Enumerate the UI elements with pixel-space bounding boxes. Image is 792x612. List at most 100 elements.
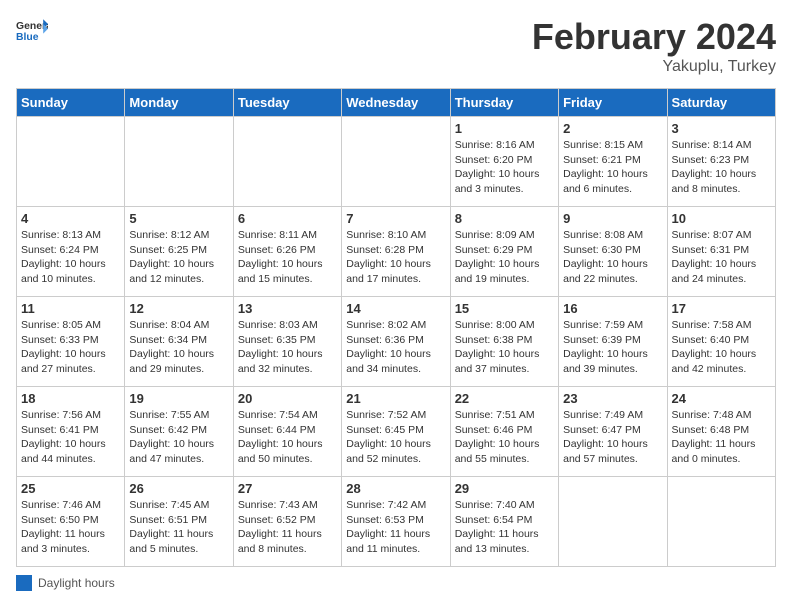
day-info: Sunrise: 8:00 AM Sunset: 6:38 PM Dayligh… bbox=[455, 318, 554, 377]
legend-color-box bbox=[16, 575, 32, 591]
calendar-day-cell bbox=[125, 117, 233, 207]
day-number: 7 bbox=[346, 211, 445, 226]
day-number: 23 bbox=[563, 391, 662, 406]
day-number: 29 bbox=[455, 481, 554, 496]
day-number: 13 bbox=[238, 301, 337, 316]
day-info: Sunrise: 7:51 AM Sunset: 6:46 PM Dayligh… bbox=[455, 408, 554, 467]
calendar-location: Yakuplu, Turkey bbox=[532, 58, 776, 76]
day-number: 21 bbox=[346, 391, 445, 406]
day-info: Sunrise: 7:54 AM Sunset: 6:44 PM Dayligh… bbox=[238, 408, 337, 467]
calendar-week-row: 18Sunrise: 7:56 AM Sunset: 6:41 PM Dayli… bbox=[17, 387, 776, 477]
day-number: 3 bbox=[672, 121, 771, 136]
calendar-day-cell: 24 Sunrise: 7:48 AM Sunset: 6:48 PM Dayli… bbox=[667, 387, 775, 477]
calendar-day-cell: 28 Sunrise: 7:42 AM Sunset: 6:53 PM Dayli… bbox=[342, 477, 450, 567]
calendar-day-cell: 23 Sunrise: 7:49 AM Sunset: 6:47 PM Dayli… bbox=[559, 387, 667, 477]
calendar-day-cell: 1 Sunrise: 8:16 AM Sunset: 6:20 PM Daylig… bbox=[450, 117, 558, 207]
day-number: 11 bbox=[21, 301, 120, 316]
calendar-header-cell: Wednesday bbox=[342, 89, 450, 117]
calendar-day-cell: 2 Sunrise: 8:15 AM Sunset: 6:21 PM Daylig… bbox=[559, 117, 667, 207]
calendar-day-cell: 13 Sunrise: 8:03 AM Sunset: 6:35 PM Dayli… bbox=[233, 297, 341, 387]
day-info: Sunrise: 8:14 AM Sunset: 6:23 PM Dayligh… bbox=[672, 138, 771, 197]
calendar-title: February 2024 bbox=[532, 16, 776, 58]
day-number: 16 bbox=[563, 301, 662, 316]
day-info: Sunrise: 7:48 AM Sunset: 6:48 PM Dayligh… bbox=[672, 408, 771, 467]
calendar-day-cell bbox=[559, 477, 667, 567]
title-area: February 2024 Yakuplu, Turkey bbox=[532, 16, 776, 76]
calendar-day-cell: 12 Sunrise: 8:04 AM Sunset: 6:34 PM Dayli… bbox=[125, 297, 233, 387]
day-info: Sunrise: 7:55 AM Sunset: 6:42 PM Dayligh… bbox=[129, 408, 228, 467]
day-info: Sunrise: 8:10 AM Sunset: 6:28 PM Dayligh… bbox=[346, 228, 445, 287]
day-number: 1 bbox=[455, 121, 554, 136]
calendar-week-row: 11 Sunrise: 8:05 AM Sunset: 6:33 PM Dayli… bbox=[17, 297, 776, 387]
day-info: Sunrise: 7:49 AM Sunset: 6:47 PM Dayligh… bbox=[563, 408, 662, 467]
day-number: 5 bbox=[129, 211, 228, 226]
day-number: 8 bbox=[455, 211, 554, 226]
calendar-header-cell: Monday bbox=[125, 89, 233, 117]
day-number: 15 bbox=[455, 301, 554, 316]
calendar-day-cell: 8 Sunrise: 8:09 AM Sunset: 6:29 PM Daylig… bbox=[450, 207, 558, 297]
calendar-header-cell: Friday bbox=[559, 89, 667, 117]
day-number: 19 bbox=[129, 391, 228, 406]
day-info: Sunrise: 8:04 AM Sunset: 6:34 PM Dayligh… bbox=[129, 318, 228, 377]
calendar-header-row: SundayMondayTuesdayWednesdayThursdayFrid… bbox=[17, 89, 776, 117]
calendar-day-cell: 15 Sunrise: 8:00 AM Sunset: 6:38 PM Dayli… bbox=[450, 297, 558, 387]
day-info: Sunrise: 8:03 AM Sunset: 6:35 PM Dayligh… bbox=[238, 318, 337, 377]
day-info: Sunrise: 8:07 AM Sunset: 6:31 PM Dayligh… bbox=[672, 228, 771, 287]
calendar-week-row: 25Sunrise: 7:46 AM Sunset: 6:50 PM Dayli… bbox=[17, 477, 776, 567]
day-number: 24 bbox=[672, 391, 771, 406]
day-info: Sunrise: 7:52 AM Sunset: 6:45 PM Dayligh… bbox=[346, 408, 445, 467]
day-info: Sunrise: 7:42 AM Sunset: 6:53 PM Dayligh… bbox=[346, 498, 445, 557]
day-number: 17 bbox=[672, 301, 771, 316]
day-info: Sunrise: 8:09 AM Sunset: 6:29 PM Dayligh… bbox=[455, 228, 554, 287]
day-info: Sunrise: 7:40 AM Sunset: 6:54 PM Dayligh… bbox=[455, 498, 554, 557]
calendar-day-cell: 4 Sunrise: 8:13 AM Sunset: 6:24 PM Daylig… bbox=[17, 207, 125, 297]
calendar-day-cell bbox=[233, 117, 341, 207]
calendar-day-cell: 29 Sunrise: 7:40 AM Sunset: 6:54 PM Dayli… bbox=[450, 477, 558, 567]
day-number: 14 bbox=[346, 301, 445, 316]
calendar-day-cell: 21 Sunrise: 7:52 AM Sunset: 6:45 PM Dayli… bbox=[342, 387, 450, 477]
day-info: Sunrise: 7:59 AM Sunset: 6:39 PM Dayligh… bbox=[563, 318, 662, 377]
calendar-day-cell: 19 Sunrise: 7:55 AM Sunset: 6:42 PM Dayli… bbox=[125, 387, 233, 477]
calendar-day-cell: 5Sunrise: 8:12 AM Sunset: 6:25 PM Daylig… bbox=[125, 207, 233, 297]
calendar-day-cell bbox=[667, 477, 775, 567]
svg-text:Blue: Blue bbox=[16, 32, 39, 43]
calendar-day-cell: 27 Sunrise: 7:43 AM Sunset: 6:52 PM Dayli… bbox=[233, 477, 341, 567]
calendar-day-cell: 16 Sunrise: 7:59 AM Sunset: 6:39 PM Dayli… bbox=[559, 297, 667, 387]
day-number: 10 bbox=[672, 211, 771, 226]
day-info: Sunrise: 8:15 AM Sunset: 6:21 PM Dayligh… bbox=[563, 138, 662, 197]
calendar-week-row: 1 Sunrise: 8:16 AM Sunset: 6:20 PM Daylig… bbox=[17, 117, 776, 207]
calendar-header-cell: Thursday bbox=[450, 89, 558, 117]
day-info: Sunrise: 7:58 AM Sunset: 6:40 PM Dayligh… bbox=[672, 318, 771, 377]
calendar-day-cell: 3 Sunrise: 8:14 AM Sunset: 6:23 PM Daylig… bbox=[667, 117, 775, 207]
day-info: Sunrise: 8:16 AM Sunset: 6:20 PM Dayligh… bbox=[455, 138, 554, 197]
calendar-day-cell: 26Sunrise: 7:45 AM Sunset: 6:51 PM Dayli… bbox=[125, 477, 233, 567]
day-info: Sunrise: 7:43 AM Sunset: 6:52 PM Dayligh… bbox=[238, 498, 337, 557]
day-number: 2 bbox=[563, 121, 662, 136]
calendar-day-cell: 14 Sunrise: 8:02 AM Sunset: 6:36 PM Dayli… bbox=[342, 297, 450, 387]
day-number: 20 bbox=[238, 391, 337, 406]
legend: Daylight hours bbox=[16, 575, 776, 591]
day-info: Sunrise: 8:13 AM Sunset: 6:24 PM Dayligh… bbox=[21, 228, 120, 287]
day-number: 6 bbox=[238, 211, 337, 226]
day-info: Sunrise: 8:02 AM Sunset: 6:36 PM Dayligh… bbox=[346, 318, 445, 377]
day-number: 27 bbox=[238, 481, 337, 496]
day-number: 28 bbox=[346, 481, 445, 496]
calendar-day-cell: 25Sunrise: 7:46 AM Sunset: 6:50 PM Dayli… bbox=[17, 477, 125, 567]
calendar-header-cell: Sunday bbox=[17, 89, 125, 117]
calendar-day-cell: 6 Sunrise: 8:11 AM Sunset: 6:26 PM Daylig… bbox=[233, 207, 341, 297]
day-number: 12 bbox=[129, 301, 228, 316]
day-info: Sunrise: 7:45 AM Sunset: 6:51 PM Dayligh… bbox=[129, 498, 228, 557]
day-info: Sunrise: 8:11 AM Sunset: 6:26 PM Dayligh… bbox=[238, 228, 337, 287]
calendar-header-cell: Tuesday bbox=[233, 89, 341, 117]
day-number: 4 bbox=[21, 211, 120, 226]
day-number: 18 bbox=[21, 391, 120, 406]
calendar-day-cell: 11 Sunrise: 8:05 AM Sunset: 6:33 PM Dayli… bbox=[17, 297, 125, 387]
logo: General Blue bbox=[16, 16, 48, 48]
calendar-day-cell: 18Sunrise: 7:56 AM Sunset: 6:41 PM Dayli… bbox=[17, 387, 125, 477]
day-number: 22 bbox=[455, 391, 554, 406]
calendar-day-cell: 17 Sunrise: 7:58 AM Sunset: 6:40 PM Dayli… bbox=[667, 297, 775, 387]
calendar-day-cell bbox=[342, 117, 450, 207]
calendar-day-cell: 9Sunrise: 8:08 AM Sunset: 6:30 PM Daylig… bbox=[559, 207, 667, 297]
calendar-day-cell: 10 Sunrise: 8:07 AM Sunset: 6:31 PM Dayli… bbox=[667, 207, 775, 297]
day-info: Sunrise: 8:05 AM Sunset: 6:33 PM Dayligh… bbox=[21, 318, 120, 377]
